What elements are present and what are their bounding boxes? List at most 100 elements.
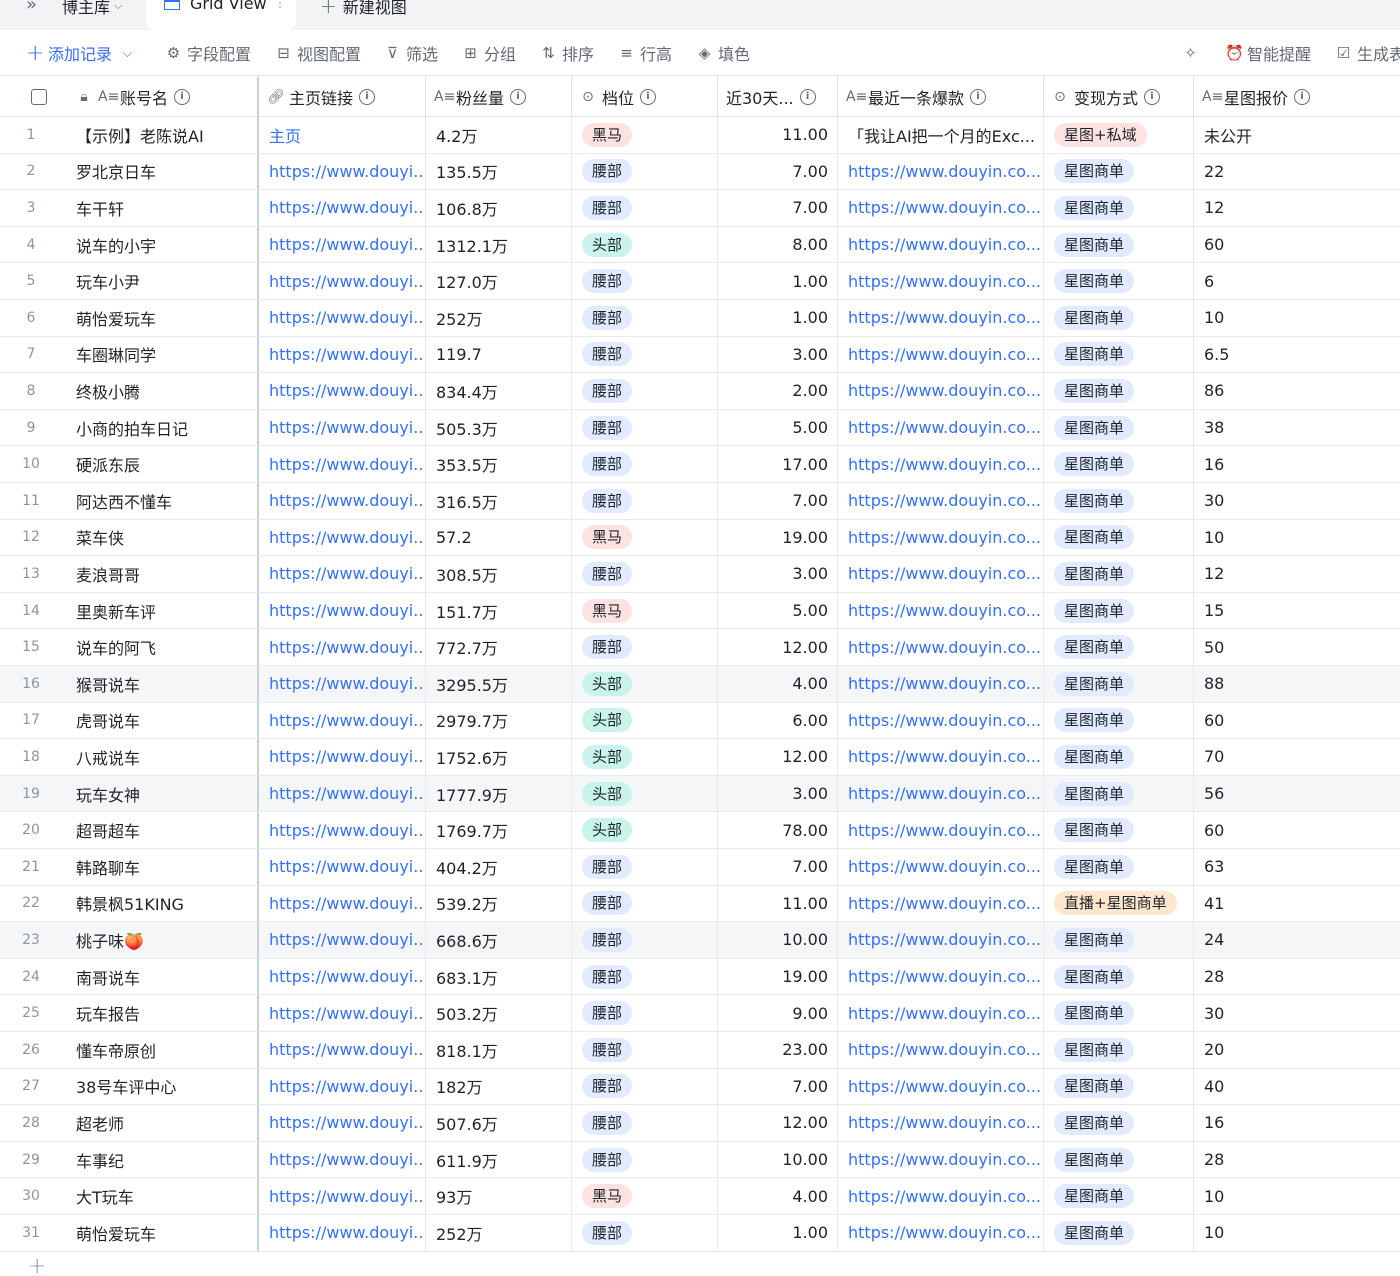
table-row[interactable]: 13 麦浪哥哥 https://www.douyi... 308.5万 腰部 3.00 ht…	[0, 556, 1400, 593]
cell-recent30[interactable]: 7.00	[718, 849, 838, 885]
cell-tier[interactable]: 头部	[572, 739, 718, 775]
cell-homepage-link[interactable]: https://www.douyi...	[259, 1141, 426, 1178]
table-row[interactable]: 22 韩景枫51KING https://www.douyi... 539.2万 腰部 1…	[0, 885, 1400, 923]
cell-homepage-link[interactable]: https://www.douyi...	[259, 226, 426, 263]
table-row[interactable]: 5 玩车小尹 https://www.douyi... 127.0万 腰部 1.00 htt…	[0, 263, 1400, 300]
column-header-hit[interactable]: A≡ 最近一条爆款 i	[838, 77, 1044, 117]
cell-price[interactable]: 10	[1194, 520, 1400, 556]
cell-monetize[interactable]: 星图+私域	[1044, 117, 1194, 153]
cell-account-name[interactable]: 超老师	[62, 1105, 259, 1141]
cell-homepage-link[interactable]: https://www.douyi...	[259, 556, 426, 592]
cell-recent30[interactable]: 8.00	[718, 226, 838, 263]
cell-fans[interactable]: 503.2万	[426, 995, 572, 1031]
cell-recent30[interactable]: 4.00	[718, 1178, 838, 1214]
cell-monetize[interactable]: 星图商单	[1044, 1068, 1194, 1105]
cell-homepage-link[interactable]: https://www.douyi...	[259, 373, 426, 409]
field-config-button[interactable]: ⚙ 字段配置	[165, 42, 251, 64]
table-row[interactable]: 19 玩车女神 https://www.douyi... 1777.9万 头部 3.00 h…	[0, 775, 1400, 813]
cell-account-name[interactable]: 菜车侠	[62, 519, 259, 556]
table-row[interactable]: 9 小商的拍车日记 https://www.douyi... 505.3万 腰部 5.00…	[0, 409, 1400, 447]
row-height-button[interactable]: ≡ 行高	[618, 42, 672, 64]
table-row[interactable]: 16 猴哥说车 https://www.douyi... 3295.5万 头部 4.00 h…	[0, 666, 1400, 703]
cell-fans[interactable]: 308.5万	[426, 556, 572, 592]
table-row[interactable]: 18 八戒说车 https://www.douyi... 1752.6万 头部 12.00…	[0, 739, 1400, 776]
table-row[interactable]: 28 超老师 https://www.douyi... 507.6万 腰部 12.00 ht…	[0, 1105, 1400, 1142]
cell-monetize[interactable]: 星图商单	[1044, 483, 1194, 519]
cell-recent30[interactable]: 1.00	[718, 1215, 838, 1251]
cell-recent30[interactable]: 17.00	[718, 446, 838, 482]
new-view-button[interactable]: + 新建视图	[320, 0, 407, 18]
cell-fans[interactable]: 127.0万	[426, 263, 572, 299]
cell-fans[interactable]: 683.1万	[426, 958, 572, 995]
cell-recent30[interactable]: 9.00	[718, 995, 838, 1031]
cell-latest-hit[interactable]: 「我让AI把一个月的Exc...	[838, 117, 1044, 153]
cell-account-name[interactable]: 南哥说车	[62, 958, 259, 995]
cell-monetize[interactable]: 星图商单	[1044, 1178, 1194, 1214]
cell-price[interactable]: 12	[1194, 556, 1400, 592]
cell-homepage-link[interactable]: https://www.douyi...	[259, 958, 426, 995]
cell-monetize[interactable]: 星图商单	[1044, 775, 1194, 812]
double-chevron-right-icon[interactable]: »	[26, 0, 37, 15]
cell-fans[interactable]: 1777.9万	[426, 775, 572, 812]
cell-latest-hit[interactable]: https://www.douyin.co...	[838, 300, 1044, 336]
cell-account-name[interactable]: 阿达西不懂车	[62, 483, 259, 519]
cell-homepage-link[interactable]: https://www.douyi...	[259, 885, 426, 922]
cell-account-name[interactable]: 车圈琳同学	[62, 336, 259, 373]
cell-homepage-link[interactable]: https://www.douyi...	[259, 1032, 426, 1068]
cell-price[interactable]: 22	[1194, 154, 1400, 190]
cell-homepage-link[interactable]: https://www.douyi...	[259, 409, 426, 446]
more-icon[interactable]: ⋮	[274, 0, 286, 10]
cell-monetize[interactable]: 星图商单	[1044, 922, 1194, 958]
cell-monetize[interactable]: 星图商单	[1044, 812, 1194, 848]
cell-account-name[interactable]: 懂车帝原创	[62, 1032, 259, 1068]
table-row[interactable]: 20 超哥超车 https://www.douyi... 1769.7万 头部 78.00…	[0, 812, 1400, 849]
cell-recent30[interactable]: 19.00	[718, 958, 838, 995]
cell-tier[interactable]: 腰部	[572, 190, 718, 226]
table-row[interactable]: 17 虎哥说车 https://www.douyi... 2979.7万 头部 6.00 h…	[0, 702, 1400, 740]
cell-recent30[interactable]: 5.00	[718, 409, 838, 446]
cell-price[interactable]: 16	[1194, 1105, 1400, 1141]
cell-latest-hit[interactable]: https://www.douyin.co...	[838, 958, 1044, 995]
cell-homepage-link[interactable]: https://www.douyi...	[259, 300, 426, 336]
info-icon[interactable]: i	[970, 89, 987, 105]
cell-tier[interactable]: 头部	[572, 226, 718, 263]
cell-latest-hit[interactable]: https://www.douyin.co...	[838, 1032, 1044, 1068]
cell-account-name[interactable]: 萌怡爱玩车	[62, 300, 259, 336]
table-row[interactable]: 24 南哥说车 https://www.douyi... 683.1万 腰部 19.00 h…	[0, 958, 1400, 996]
cell-price[interactable]: 60	[1194, 812, 1400, 848]
cell-homepage-link[interactable]: https://www.douyi...	[259, 849, 426, 885]
cell-account-name[interactable]: 小商的拍车日记	[62, 409, 259, 446]
cell-tier[interactable]: 腰部	[572, 1068, 718, 1105]
cell-fans[interactable]: 2979.7万	[426, 702, 572, 739]
cell-fans[interactable]: 182万	[426, 1068, 572, 1105]
cell-monetize[interactable]: 星图商单	[1044, 446, 1194, 482]
cell-price[interactable]: 40	[1194, 1069, 1400, 1105]
cell-price[interactable]: 41	[1194, 886, 1400, 922]
column-header-link[interactable]: 🔗︎ 主页链接 i	[259, 77, 426, 117]
cell-latest-hit[interactable]: https://www.douyin.co...	[838, 702, 1044, 739]
cell-price[interactable]: 16	[1194, 446, 1400, 482]
cell-homepage-link[interactable]: https://www.douyi...	[259, 995, 426, 1031]
cell-latest-hit[interactable]: https://www.douyin.co...	[838, 629, 1044, 665]
column-header-recent30[interactable]: 近30天... i	[718, 77, 838, 117]
cell-fans[interactable]: 1312.1万	[426, 226, 572, 263]
cell-tier[interactable]: 头部	[572, 812, 718, 848]
cell-account-name[interactable]: 说车的阿飞	[62, 629, 259, 665]
select-all-checkbox[interactable]	[31, 89, 47, 105]
cell-price[interactable]: 88	[1194, 666, 1400, 702]
cell-price[interactable]: 15	[1194, 593, 1400, 629]
cell-account-name[interactable]: 韩路聊车	[62, 849, 259, 885]
cell-homepage-link[interactable]: https://www.douyi...	[259, 446, 426, 482]
cell-tier[interactable]: 黑马	[572, 117, 718, 153]
table-row[interactable]: 21 韩路聊车 https://www.douyi... 404.2万 腰部 7.00 ht…	[0, 849, 1400, 886]
column-header-tier[interactable]: ⊙ 档位 i	[572, 77, 718, 117]
cell-fans[interactable]: 404.2万	[426, 849, 572, 885]
cell-tier[interactable]: 腰部	[572, 153, 718, 190]
cell-latest-hit[interactable]: https://www.douyin.co...	[838, 190, 1044, 226]
cell-latest-hit[interactable]: https://www.douyin.co...	[838, 1068, 1044, 1105]
cell-recent30[interactable]: 12.00	[718, 1105, 838, 1141]
cell-monetize[interactable]: 星图商单	[1044, 409, 1194, 446]
cell-latest-hit[interactable]: https://www.douyin.co...	[838, 666, 1044, 702]
cell-fans[interactable]: 353.5万	[426, 446, 572, 482]
cell-tier[interactable]: 黑马	[572, 519, 718, 556]
